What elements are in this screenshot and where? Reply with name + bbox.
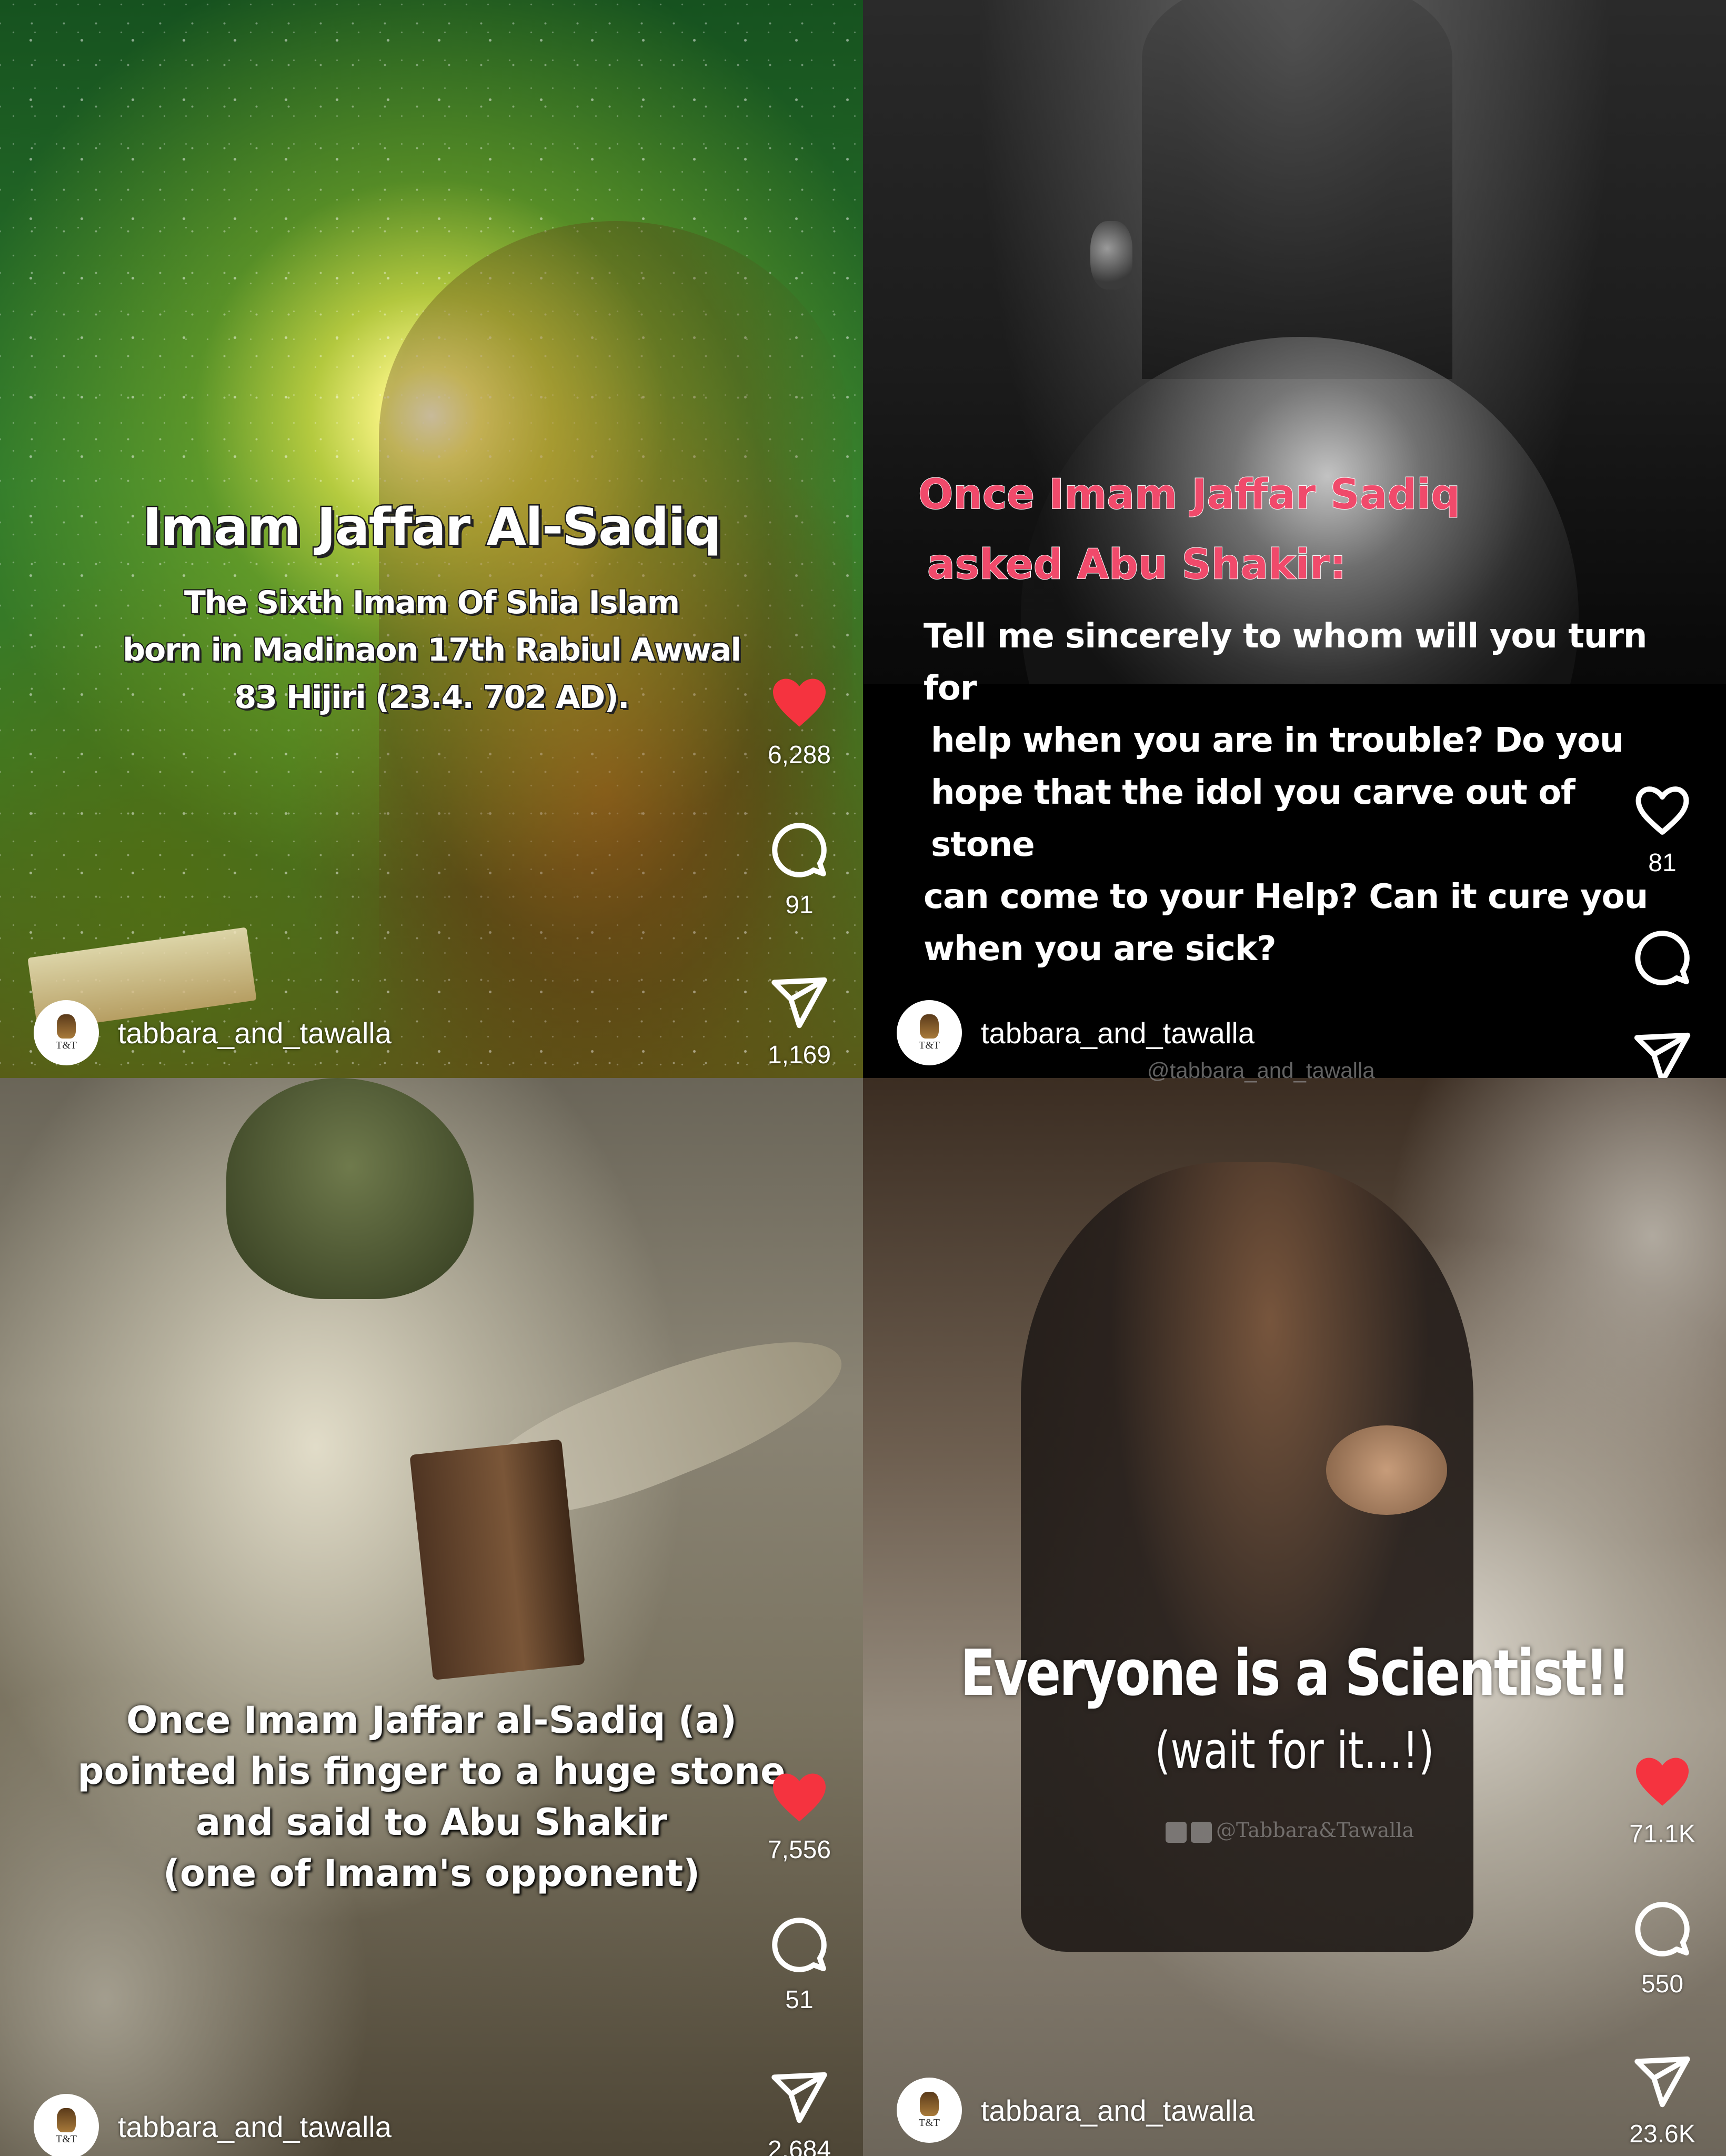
post-4-like-button[interactable]: 71.1K [1618,1755,1707,1849]
comment-bubble-icon [1635,931,1690,985]
post-4-title: Everyone is a Scientist!! [960,1637,1631,1710]
post-3-line-4: (one of Imam's opponent) [163,1852,700,1895]
post-3-line-2: pointed his finger to a huge stone [77,1750,786,1793]
post-4-comment-count: 550 [1641,1970,1684,1998]
avatar[interactable]: T&T [897,1000,962,1065]
post-2-like-count: 81 [1648,849,1677,877]
post-1-username[interactable]: tabbara_and_tawalla [118,1016,392,1050]
post-2-share-button[interactable] [1618,1032,1707,1078]
post-2-heading-line-1: Once Imam Jaffar Sadiq [918,471,1461,519]
post-3-share-button[interactable]: 2,684 [755,2071,844,2156]
avatar-logo-text: T&T [919,2117,940,2129]
comment-bubble-icon [1635,1902,1690,1957]
post-2-username[interactable]: tabbara_and_tawalla [981,1016,1255,1050]
reel-post-3[interactable] [0,1078,863,2156]
post-3-caption: Once Imam Jaffar al-Sadiq (a) pointed hi… [0,1695,863,1899]
post-3-share-count: 2,684 [767,2136,831,2156]
post-1-comment-count: 91 [785,891,814,919]
post-3-username[interactable]: tabbara_and_tawalla [118,2110,392,2144]
lantern [1090,221,1132,290]
avatar-logo-text: T&T [919,1039,940,1051]
vase-logo-icon [920,1014,939,1039]
paper-plane-icon [1634,2056,1690,2108]
post-4-share-count: 23.6K [1629,2120,1695,2148]
post-2-like-button[interactable]: 81 [1618,784,1707,877]
post-3-author[interactable]: T&T tabbara_and_tawalla [34,2094,392,2156]
post-4-watermark-text: @Tabbara&Tawalla [1216,1819,1414,1842]
post-3-like-count: 7,556 [767,1836,831,1864]
post-2-comment-button[interactable] [1618,929,1707,987]
post-3-comment-button[interactable]: 51 [755,1916,844,2014]
post-2-body-line-4: can come to your Help? Can it cure you [924,877,1648,916]
held-book [409,1439,585,1680]
vase-logo-icon [920,2091,939,2116]
heart-icon [773,1773,826,1822]
post-4-watermark: @Tabbara&Tawalla [1166,1819,1414,1843]
paper-plane-icon [771,2072,827,2123]
facebook-icon [1166,1821,1187,1843]
post-3-line-3: and said to Abu Shakir [196,1801,667,1844]
vase-logo-icon [57,2108,76,2132]
post-1-subtitle-line-1: The Sixth Imam Of Shia Islam [183,583,681,622]
avatar[interactable]: T&T [34,2094,99,2156]
post-3-comment-count: 51 [785,1986,814,2014]
heart-icon [773,678,826,727]
paper-plane-icon [771,977,827,1029]
post-1-like-button[interactable]: 6,288 [755,676,844,770]
post-2-body: Tell me sincerely to whom will you turn … [924,611,1687,975]
post-4-author[interactable]: T&T tabbara_and_tawalla [897,2078,1255,2143]
cloaked-figure [1142,0,1452,379]
comment-bubble-icon [772,823,827,877]
post-4-username[interactable]: tabbara_and_tawalla [981,2093,1255,2128]
post-2-body-line-2: help when you are in trouble? Do you [931,721,1624,760]
post-2-body-line-5: when you are sick? [924,930,1277,969]
post-3-line-1: Once Imam Jaffar al-Sadiq (a) [126,1699,737,1742]
avatar-logo-text: T&T [56,2133,77,2145]
instagram-icon [1191,1821,1212,1843]
heart-outline-icon [1635,786,1689,835]
avatar-logo-text: T&T [56,1039,77,1051]
reel-post-4[interactable] [863,1078,1726,2156]
avatar[interactable]: T&T [34,1000,99,1065]
post-1-comment-button[interactable]: 91 [755,821,844,920]
post-3-like-button[interactable]: 7,556 [755,1771,844,1864]
vase-logo-icon [57,1014,76,1039]
post-2-body-line-3: hope that the idol you carve out of ston… [931,773,1576,864]
hand [1326,1425,1447,1515]
post-1-subtitle-line-2: born in Madinaon 17th Rabiul Awwal [122,631,742,670]
post-1-share-button[interactable]: 1,169 [755,976,844,1070]
post-1-share-count: 1,169 [767,1041,831,1069]
reels-grid: Imam Jaffar Al-Sadiq The Sixth Imam Of S… [0,0,1726,2156]
comment-bubble-icon [772,1918,827,1972]
post-4-comment-button[interactable]: 550 [1618,1900,1707,1999]
post-4-subtitle: (wait for it...!) [1155,1721,1434,1780]
post-2-author[interactable]: T&T tabbara_and_tawalla [897,1000,1255,1065]
avatar[interactable]: T&T [897,2078,962,2143]
post-4-like-count: 71.1K [1629,1820,1695,1848]
post-1-author[interactable]: T&T tabbara_and_tawalla [34,1000,392,1065]
post-1-title: Imam Jaffar Al-Sadiq [141,496,722,559]
post-4-share-button[interactable]: 23.6K [1618,2055,1707,2149]
post-1-like-count: 6,288 [767,741,831,769]
post-2-body-line-1: Tell me sincerely to whom will you turn … [924,617,1647,708]
heart-icon [1636,1758,1689,1806]
post-2-heading-line-2: asked Abu Shakir: [927,541,1347,589]
paper-plane-icon [1634,1032,1691,1078]
post-1-subtitle-line-3: 83 Hijiri (23.4. 702 AD). [233,678,630,717]
